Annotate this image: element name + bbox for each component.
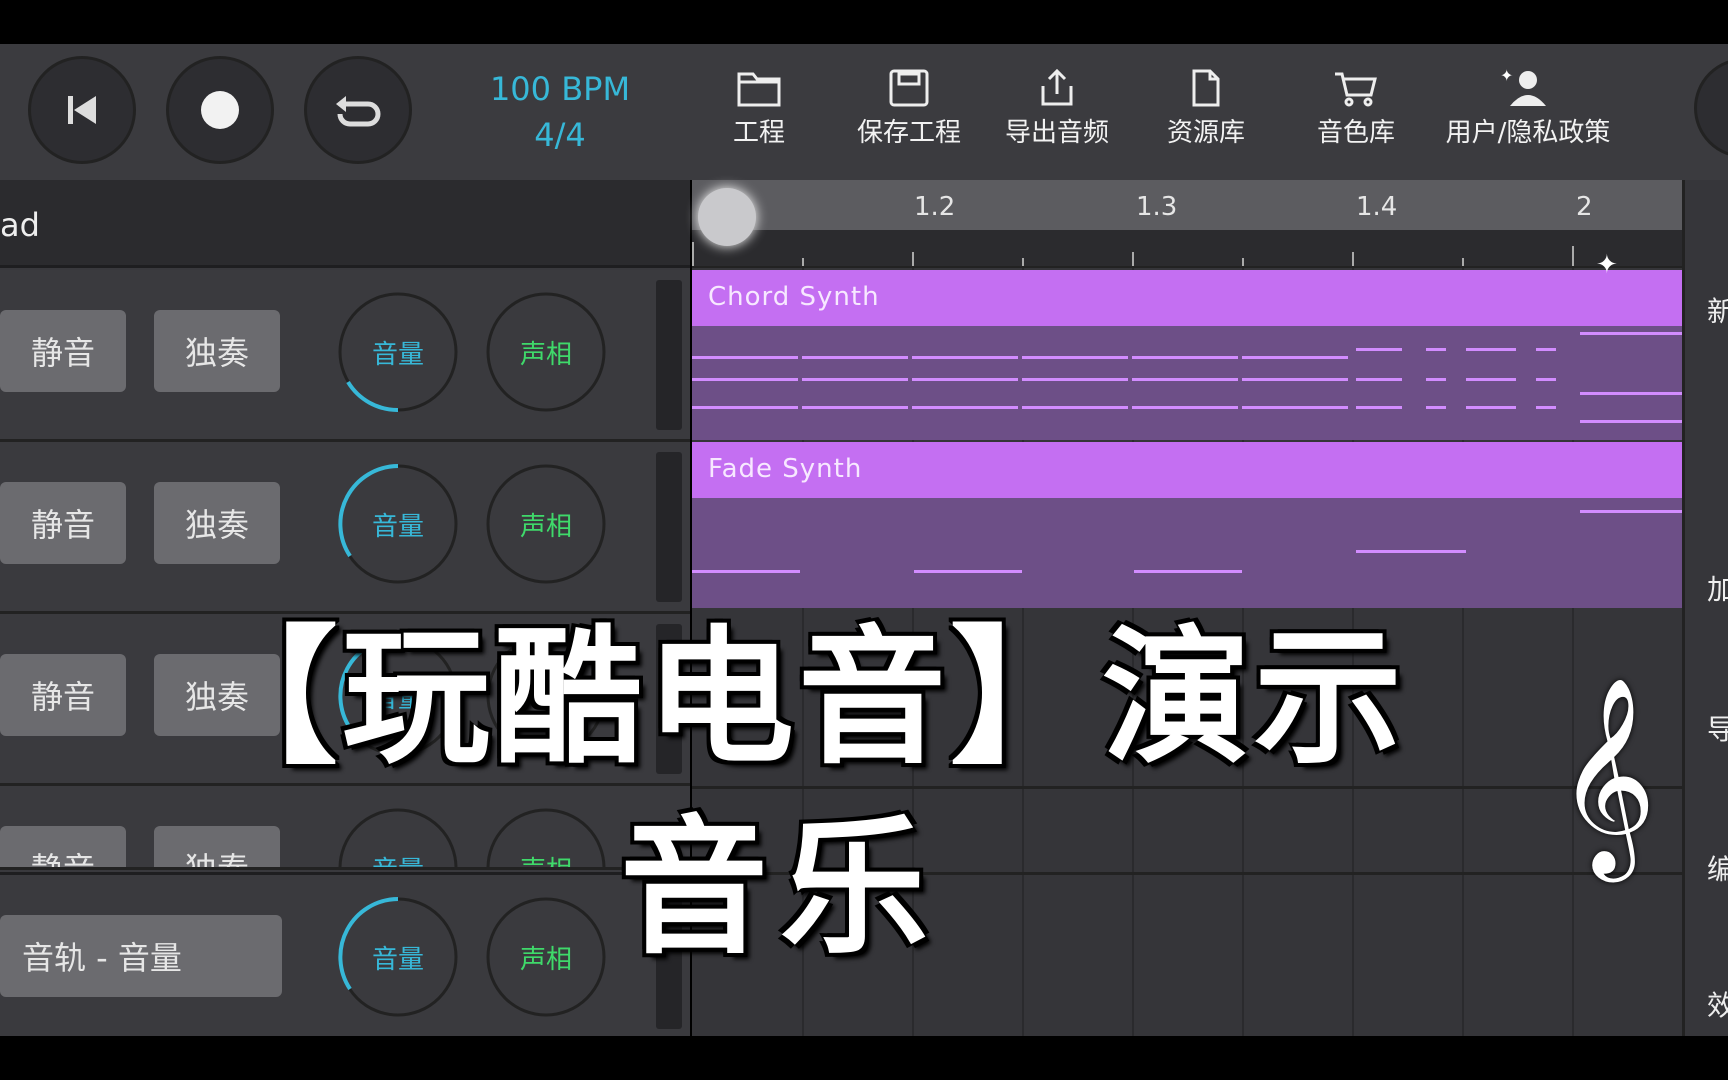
master-track-row: 音轨 - 音量 音量 声相: [0, 872, 690, 1036]
tempo-display[interactable]: 100 BPM 4/4: [470, 66, 650, 158]
pan-knob[interactable]: 声相: [486, 464, 606, 584]
menu-instrument-label: 音色库: [1316, 118, 1395, 148]
record-button[interactable]: [166, 56, 274, 164]
mute-button[interactable]: 静音: [0, 310, 126, 392]
ruler-mark: 1.3: [1136, 192, 1178, 222]
clip-notes: [692, 326, 1682, 440]
master-volume-label: 音量: [371, 944, 424, 975]
volume-label: 音量: [338, 808, 458, 868]
volume-label: 音量: [371, 511, 424, 542]
pan-label: 声相: [519, 511, 572, 542]
side-button-edit[interactable]: 编: [1707, 848, 1728, 888]
volume-knob[interactable]: 音量: [338, 464, 458, 584]
treble-clef-icon: 𝄞: [1556, 676, 1657, 874]
track-row: 静音 独奏 音量 声相: [0, 270, 690, 442]
clip-title: Fade Synth: [692, 442, 1682, 498]
loop-button[interactable]: [304, 56, 412, 164]
side-button-effects[interactable]: 效: [1707, 984, 1728, 1024]
menu-project-label: 工程: [732, 118, 785, 148]
master-pan-knob[interactable]: 声相: [486, 897, 606, 1017]
sparkle-icon: ✦: [1500, 66, 1514, 85]
settings-round-button[interactable]: [1694, 58, 1728, 158]
master-volume-button[interactable]: 音轨 - 音量: [0, 915, 282, 997]
solo-button[interactable]: 独奏: [154, 482, 280, 564]
video-caption-line2: 音乐: [620, 800, 940, 974]
timeline-ruler[interactable]: 1.2 1.3 1.4 2: [692, 180, 1682, 230]
mute-button[interactable]: 静音: [0, 654, 126, 736]
file-icon: [1192, 69, 1220, 107]
menu-export-audio[interactable]: 导出音频: [1000, 68, 1114, 149]
menu-user-privacy[interactable]: 用户/隐私政策: [1438, 68, 1618, 149]
track-controls-panel: ad 静音 独奏 音量 声相 静音 独奏 音量 声相 静音 独奏 音量 声相 静…: [0, 180, 690, 1036]
pan-knob[interactable]: 声相: [486, 808, 606, 868]
side-button-new[interactable]: 新: [1707, 290, 1728, 330]
solo-button[interactable]: 独奏: [154, 826, 280, 867]
track-row: 静音 独奏 音量 声相: [0, 442, 690, 614]
solo-button[interactable]: 独奏: [154, 310, 280, 392]
preset-selector[interactable]: ad: [0, 180, 690, 268]
save-icon: [889, 69, 929, 107]
level-meter: [656, 452, 682, 602]
export-icon: [1041, 68, 1073, 106]
menu-project[interactable]: 工程: [722, 68, 796, 149]
sparkle-icon: ✦: [1596, 250, 1618, 280]
menu-save-label: 保存工程: [856, 118, 961, 148]
video-caption-line1: 【玩酷电音】演示: [190, 610, 1406, 784]
volume-knob[interactable]: 音量: [338, 808, 458, 868]
folder-icon: [737, 72, 781, 107]
ruler-mark: 2: [1576, 192, 1593, 222]
menu-save-project[interactable]: 保存工程: [850, 68, 968, 149]
preset-label: ad: [0, 206, 40, 244]
pan-label: 声相: [486, 808, 606, 868]
menu-resource-label: 资源库: [1166, 118, 1245, 148]
menu-resource-library[interactable]: 资源库: [1162, 68, 1250, 149]
ruler-mark: 1.4: [1356, 192, 1398, 222]
loop-icon: [336, 96, 381, 127]
menu-user-label: 用户/隐私政策: [1445, 118, 1611, 148]
mute-button[interactable]: 静音: [0, 826, 126, 867]
side-button-import[interactable]: 导: [1707, 708, 1728, 748]
track-row: 静音 独奏 音量 声相: [0, 786, 690, 870]
skip-to-start-button[interactable]: [28, 56, 136, 164]
level-meter: [656, 280, 682, 430]
cart-icon: [1335, 72, 1377, 107]
ruler-ticks: [692, 230, 1682, 268]
pan-label: 声相: [519, 339, 572, 370]
bpm-label: 100 BPM: [489, 70, 631, 108]
side-button-add[interactable]: 加: [1707, 568, 1728, 608]
time-signature-label: 4/4: [534, 116, 586, 154]
mute-button[interactable]: 静音: [0, 482, 126, 564]
record-icon: [201, 91, 239, 129]
pan-knob[interactable]: 声相: [486, 292, 606, 412]
menu-export-label: 导出音频: [1004, 118, 1109, 148]
skip-back-icon: [68, 96, 96, 124]
volume-label: 音量: [371, 339, 424, 370]
master-pan-label: 声相: [519, 944, 572, 975]
clip-title: Chord Synth: [692, 270, 1682, 326]
clip-notes: [692, 498, 1682, 608]
master-volume-knob[interactable]: 音量: [338, 897, 458, 1017]
volume-knob[interactable]: 音量: [338, 292, 458, 413]
playhead-handle[interactable]: [698, 188, 756, 246]
menu-instrument-library[interactable]: 音色库: [1312, 68, 1400, 149]
right-side-panel: 新 加 导 编 效: [1682, 180, 1728, 1036]
ruler-mark: 1.2: [914, 192, 956, 222]
top-toolbar: 100 BPM 4/4 工程 保存工程 导出音频 资源库 音色库 用户/隐私政策: [0, 44, 1728, 180]
